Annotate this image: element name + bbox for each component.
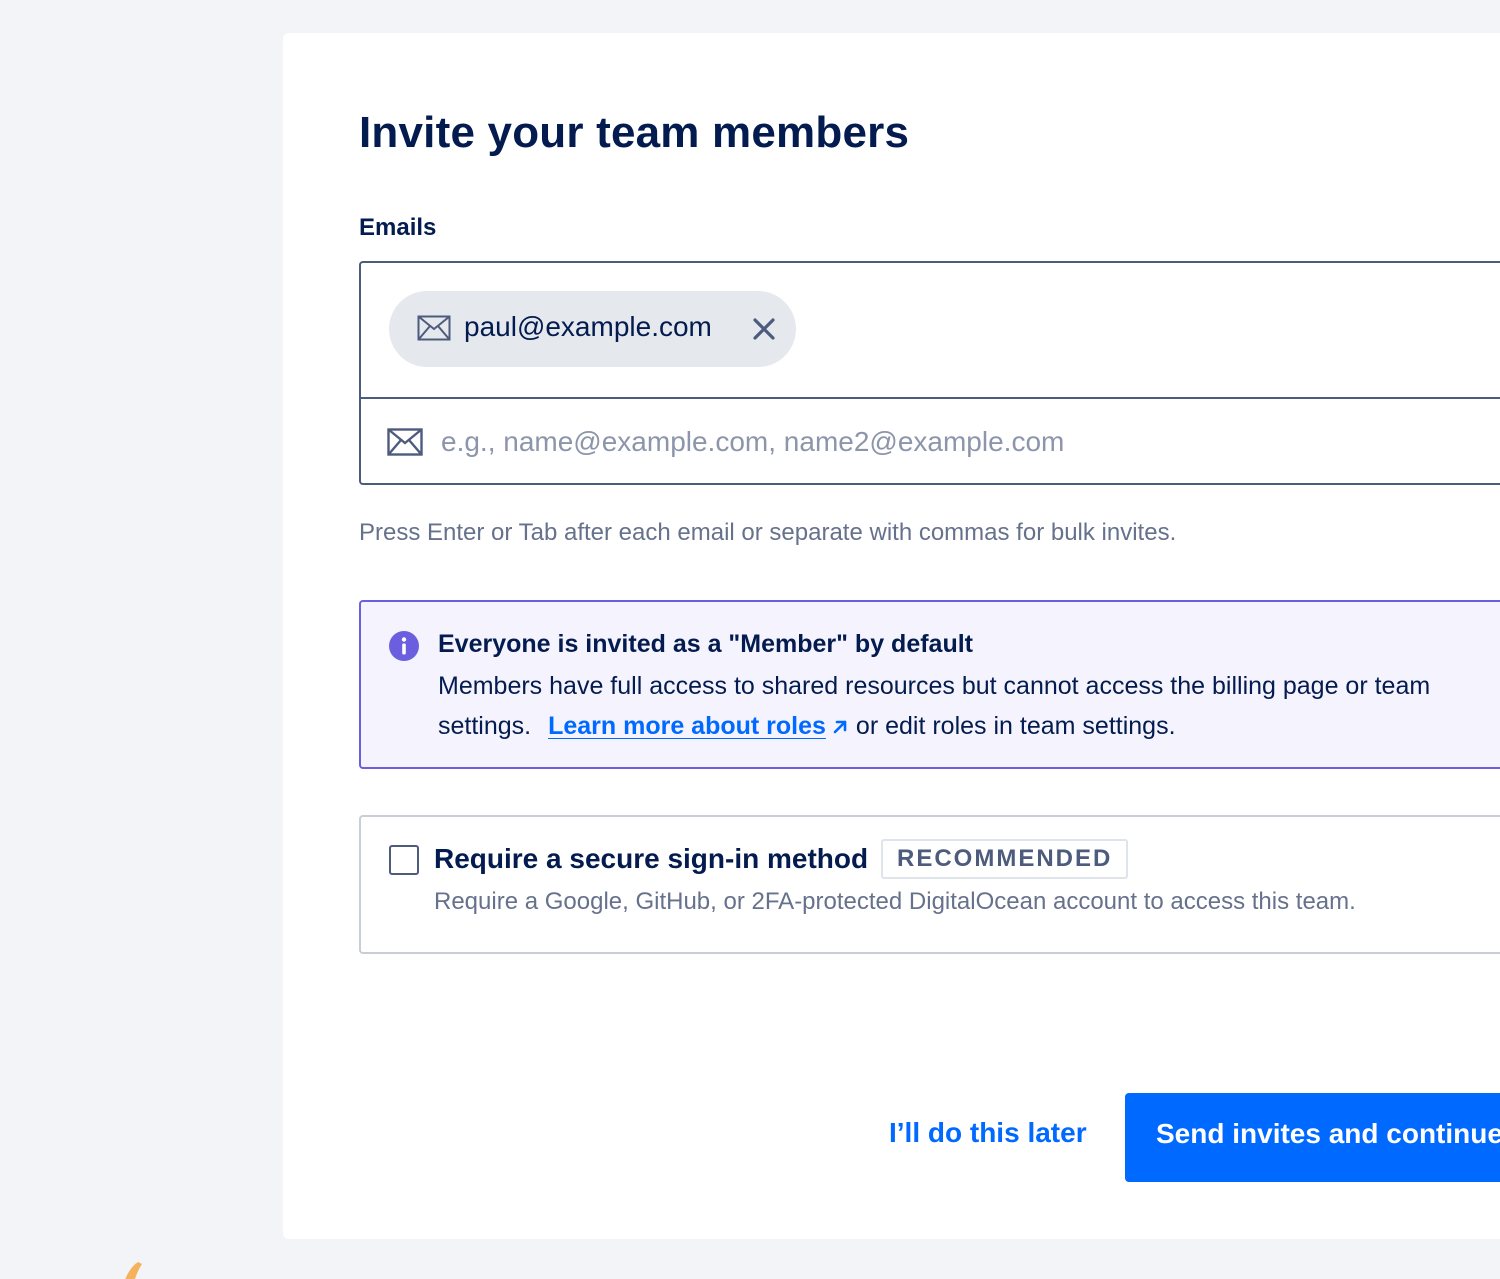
- emails-label: Emails: [359, 214, 437, 241]
- recommended-badge: RECOMMENDED: [881, 839, 1129, 879]
- email-hint: Press Enter or Tab after each email or s…: [359, 519, 1177, 546]
- secure-signin-checkbox[interactable]: [389, 845, 419, 875]
- email-chip-row: paul@example.com: [361, 263, 1500, 399]
- info-icon: [389, 631, 419, 661]
- learn-more-roles-link[interactable]: Learn more about roles: [548, 712, 826, 740]
- info-body: Members have full access to shared resou…: [438, 666, 1438, 746]
- info-body-suffix: or edit roles in team settings.: [855, 712, 1176, 740]
- envelope-icon: [387, 428, 423, 456]
- external-arrow-icon[interactable]: [832, 719, 848, 735]
- do-later-button[interactable]: I’ll do this later: [889, 1117, 1087, 1149]
- secure-signin-description: Require a Google, GitHub, or 2FA-protect…: [434, 888, 1356, 915]
- info-title: Everyone is invited as a "Member" by def…: [438, 630, 973, 658]
- email-chip: paul@example.com: [389, 291, 796, 367]
- page-title: Invite your team members: [359, 108, 910, 157]
- email-input[interactable]: [441, 419, 1441, 465]
- email-input-box: paul@example.com: [359, 261, 1500, 485]
- role-info-callout: Everyone is invited as a "Member" by def…: [359, 600, 1500, 769]
- send-invites-label: Send invites and continue: [1156, 1118, 1500, 1149]
- email-entry-row: [361, 399, 1500, 485]
- decorative-illustration-fragment: [125, 1262, 142, 1279]
- secure-signin-label[interactable]: Require a secure sign-in method: [434, 843, 868, 875]
- page: Invite your team members Emails paul@exa…: [0, 0, 1500, 1279]
- close-icon[interactable]: [751, 316, 777, 342]
- email-chip-label: paul@example.com: [464, 311, 712, 342]
- envelope-icon: [417, 315, 451, 341]
- secure-signin-option: Require a secure sign-in method RECOMMEN…: [359, 815, 1500, 954]
- send-invites-button[interactable]: Send invites and continue: [1125, 1093, 1500, 1182]
